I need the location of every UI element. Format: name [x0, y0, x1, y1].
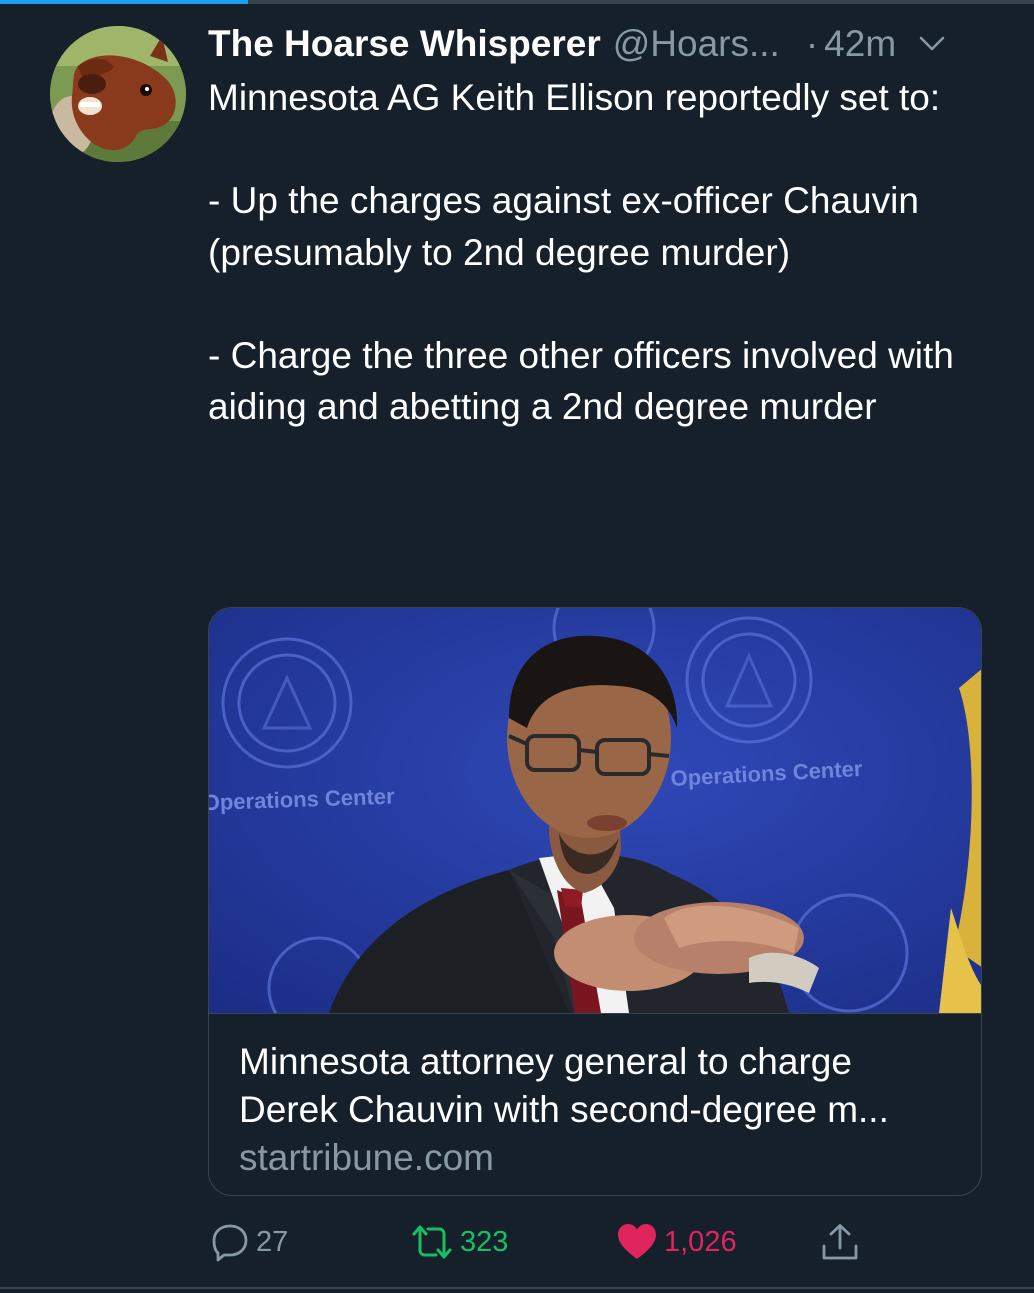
- tweet-text-line: - Up the charges against ex-officer Chau…: [208, 180, 919, 273]
- heart-icon: [618, 1224, 656, 1259]
- tweet-text-line: Minnesota AG Keith Ellison reportedly se…: [208, 77, 941, 118]
- retweet-button[interactable]: 323: [410, 1220, 508, 1264]
- tweet-text-gap: [208, 124, 998, 176]
- like-button[interactable]: 1,026: [616, 1220, 737, 1264]
- reply-icon: [212, 1224, 248, 1262]
- display-name[interactable]: The Hoarse Whisperer: [208, 23, 601, 65]
- avatar[interactable]: [50, 26, 186, 162]
- tweet-text-line: - Charge the three other officers involv…: [208, 334, 954, 428]
- card-photo: Operations Center Operations Center: [209, 608, 981, 1013]
- user-handle[interactable]: @Hoars...: [613, 23, 780, 65]
- tweet-header: The Hoarse Whisperer @Hoars... · 42m: [208, 20, 998, 68]
- share-button[interactable]: [820, 1220, 860, 1264]
- reply-count: 27: [256, 1225, 289, 1258]
- timestamp[interactable]: 42m: [824, 23, 896, 65]
- retweet-icon: [412, 1225, 452, 1259]
- loading-progress-fill: [0, 0, 249, 4]
- card-title[interactable]: Minnesota attorney general to charge Der…: [239, 1038, 959, 1134]
- reply-button[interactable]: 27: [210, 1220, 288, 1264]
- retweet-count: 323: [460, 1225, 509, 1258]
- tweet-menu-button[interactable]: [918, 35, 946, 53]
- tweet-text: Minnesota AG Keith Ellison reportedly se…: [208, 72, 998, 433]
- share-icon: [822, 1224, 858, 1260]
- link-card[interactable]: Operations Center Operations Center Minn…: [208, 607, 982, 1196]
- loading-progress-bar: [0, 0, 1034, 4]
- separator-dot: ·: [805, 23, 819, 64]
- like-count: 1,026: [664, 1225, 737, 1258]
- chevron-down-icon: [919, 36, 945, 51]
- card-domain: startribune.com: [239, 1137, 494, 1178]
- bottom-divider: [0, 1287, 1034, 1289]
- card-image[interactable]: Operations Center Operations Center: [209, 608, 981, 1014]
- horse-avatar-icon: [50, 26, 186, 162]
- tweet-actions: 27 323 1,026: [0, 1220, 1034, 1264]
- tweet-text-gap: [208, 278, 998, 330]
